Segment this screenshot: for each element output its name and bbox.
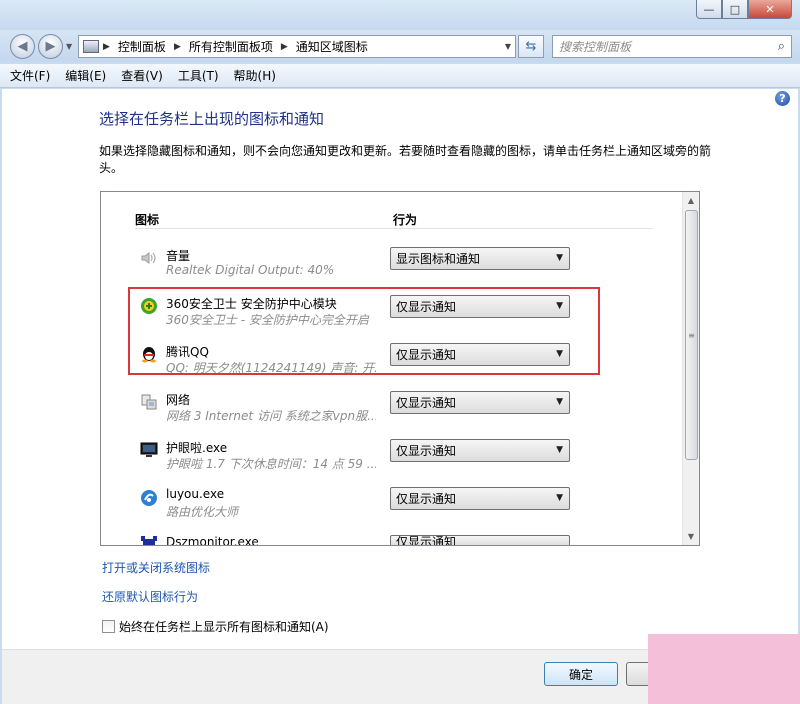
chevron-down-icon: ▼ xyxy=(556,397,563,407)
column-header-behavior: 行为 xyxy=(393,213,418,227)
item-description: QQ: 明天夕然(1124241149) 声音: 开... xyxy=(166,361,376,375)
minimize-icon: — xyxy=(703,2,715,16)
behavior-select[interactable]: 仅显示通知 ▼ xyxy=(390,343,570,366)
list-item: Dszmonitor.exe 仅显示通知 xyxy=(100,535,680,545)
luyou-icon xyxy=(141,490,157,506)
always-show-label: 始终在任务栏上显示所有图标和通知(A) xyxy=(119,620,329,634)
behavior-select[interactable]: 仅显示通知 ▼ xyxy=(390,391,570,414)
dsz-monitor-icon xyxy=(141,536,157,545)
breadcrumb-control-panel[interactable]: 控制面板 xyxy=(118,38,166,55)
header-divider xyxy=(135,228,653,229)
menu-view[interactable]: 查看(V) xyxy=(121,67,163,84)
navigation-bar: ◀ ▶ ▼ ▶ 控制面板 ▶ 所有控制面板项 ▶ 通知区域图标 ▼ ⇆ ⌕ xyxy=(0,30,800,62)
list-scrollbar[interactable]: ▲ ≡ ▼ xyxy=(682,192,699,545)
window-controls: — □ ✕ xyxy=(696,0,792,19)
chevron-down-icon: ▼ xyxy=(556,301,563,311)
maximize-icon: □ xyxy=(729,2,741,16)
menu-help[interactable]: 帮助(H) xyxy=(234,67,276,84)
scroll-thumb[interactable]: ≡ xyxy=(685,210,698,460)
address-dropdown-icon[interactable]: ▼ xyxy=(501,42,515,51)
help-button[interactable]: ? xyxy=(775,91,790,106)
minimize-button[interactable]: — xyxy=(696,0,722,19)
list-item: 腾讯QQ QQ: 明天夕然(1124241149) 声音: 开... 仅显示通知… xyxy=(100,343,680,391)
menu-tools[interactable]: 工具(T) xyxy=(178,67,219,84)
maximize-button[interactable]: □ xyxy=(722,0,748,19)
link-system-icons[interactable]: 打开或关闭系统图标 xyxy=(102,559,210,576)
breadcrumb-arrow-icon[interactable]: ▶ xyxy=(103,42,110,52)
breadcrumb-all-items[interactable]: 所有控制面板项 xyxy=(189,38,273,55)
item-name: luyou.exe xyxy=(166,487,225,501)
always-show-option[interactable]: 始终在任务栏上显示所有图标和通知(A) xyxy=(102,618,329,635)
refresh-button[interactable]: ⇆ xyxy=(518,35,544,58)
360-shield-icon xyxy=(141,298,157,314)
page-title: 选择在任务栏上出现的图标和通知 xyxy=(99,110,325,128)
item-name: Dszmonitor.exe xyxy=(166,535,259,545)
behavior-select[interactable]: 仅显示通知 ▼ xyxy=(390,487,570,510)
item-name: 网络 xyxy=(166,393,191,407)
monitor-icon xyxy=(140,442,158,457)
item-description: 护眼啦 1.7 下次休息时间：14 点 59 ... xyxy=(166,457,376,471)
title-bar: — □ ✕ xyxy=(0,0,800,30)
back-button[interactable]: ◀ xyxy=(10,34,35,59)
forward-button[interactable]: ▶ xyxy=(38,34,63,59)
item-description: Realtek Digital Output: 40% xyxy=(166,263,335,277)
chevron-down-icon: ▼ xyxy=(556,445,563,455)
item-description: 路由优化大师 xyxy=(166,505,239,519)
speaker-icon xyxy=(141,252,156,264)
item-name: 护眼啦.exe xyxy=(166,441,228,455)
behavior-select[interactable]: 仅显示通知 xyxy=(390,535,570,545)
list-item: 360安全卫士 安全防护中心模块 360安全卫士 - 安全防护中心完全开启 仅显… xyxy=(100,295,680,343)
back-arrow-icon: ◀ xyxy=(17,39,28,54)
recent-pages-dropdown[interactable]: ▼ xyxy=(66,42,72,51)
chevron-down-icon: ▼ xyxy=(556,253,563,263)
breadcrumb-notification-icons[interactable]: 通知区域图标 xyxy=(296,38,368,55)
menu-file[interactable]: 文件(F) xyxy=(10,67,50,84)
list-item: 音量 Realtek Digital Output: 40% 显示图标和通知 ▼ xyxy=(100,247,680,295)
behavior-select[interactable]: 显示图标和通知 ▼ xyxy=(390,247,570,270)
search-box[interactable]: ⌕ xyxy=(552,35,792,58)
refresh-icon: ⇆ xyxy=(525,39,537,54)
ok-button[interactable]: 确定 xyxy=(544,662,618,686)
network-icon xyxy=(141,394,157,410)
breadcrumb-arrow-icon[interactable]: ▶ xyxy=(281,42,288,52)
search-icon[interactable]: ⌕ xyxy=(778,39,785,54)
item-name: 音量 xyxy=(166,249,191,263)
list-item: 护眼啦.exe 护眼啦 1.7 下次休息时间：14 点 59 ... 仅显示通知… xyxy=(100,439,680,487)
scroll-up-icon[interactable]: ▲ xyxy=(683,192,699,209)
chevron-down-icon: ▼ xyxy=(556,349,563,359)
list-item: 网络 网络 3 Internet 访问 系统之家vpn服... 仅显示通知 ▼ xyxy=(100,391,680,439)
breadcrumb-arrow-icon[interactable]: ▶ xyxy=(174,42,181,52)
qq-penguin-icon xyxy=(142,347,156,363)
menu-edit[interactable]: 编辑(E) xyxy=(65,67,106,84)
help-icon: ? xyxy=(779,92,786,105)
always-show-checkbox[interactable] xyxy=(102,620,115,633)
forward-arrow-icon: ▶ xyxy=(45,39,56,54)
page-description: 如果选择隐藏图标和通知，则不会向您通知更改和更新。若要随时查看隐藏的图标，请单击… xyxy=(99,144,712,175)
behavior-select[interactable]: 仅显示通知 ▼ xyxy=(390,295,570,318)
item-description: 360安全卫士 - 安全防护中心完全开启 xyxy=(166,313,369,327)
chevron-down-icon: ▼ xyxy=(66,42,73,51)
close-icon: ✕ xyxy=(765,2,775,16)
address-bar[interactable]: ▶ 控制面板 ▶ 所有控制面板项 ▶ 通知区域图标 ▼ xyxy=(78,35,516,58)
item-name: 360安全卫士 安全防护中心模块 xyxy=(166,297,337,311)
search-input[interactable] xyxy=(559,39,759,54)
chevron-down-icon: ▼ xyxy=(556,493,563,503)
item-description: 网络 3 Internet 访问 系统之家vpn服... xyxy=(166,409,376,423)
link-restore-defaults[interactable]: 还原默认图标行为 xyxy=(102,588,198,605)
list-item: luyou.exe 路由优化大师 仅显示通知 ▼ xyxy=(100,487,680,535)
scroll-down-icon[interactable]: ▼ xyxy=(683,528,699,545)
column-header-icon: 图标 xyxy=(135,213,160,227)
item-name: 腾讯QQ xyxy=(166,345,209,359)
close-button[interactable]: ✕ xyxy=(748,0,792,19)
menu-bar: 文件(F) 编辑(E) 查看(V) 工具(T) 帮助(H) xyxy=(0,64,800,88)
behavior-select[interactable]: 仅显示通知 ▼ xyxy=(390,439,570,462)
control-panel-icon xyxy=(83,40,99,53)
watermark-overlay xyxy=(648,634,800,704)
content-pane: ? 选择在任务栏上出现的图标和通知 如果选择隐藏图标和通知，则不会向您通知更改和… xyxy=(2,89,798,649)
